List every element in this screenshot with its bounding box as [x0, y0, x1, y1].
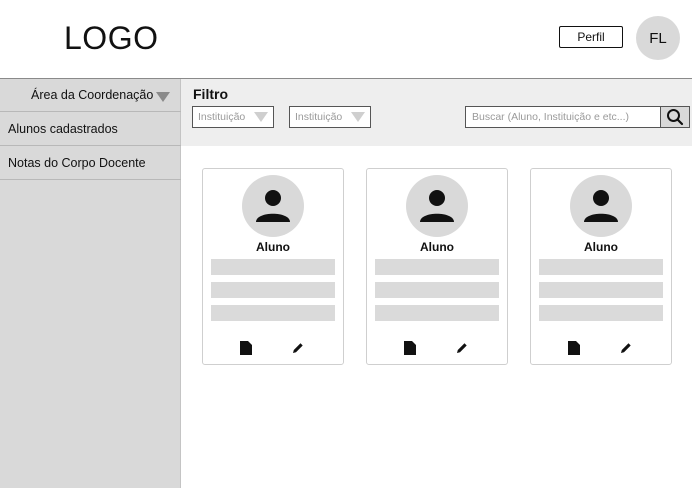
institution-select-2[interactable]: Instituição [289, 106, 371, 128]
filter-bar: Filtro Instituição Instituição Buscar (A… [181, 79, 692, 146]
document-icon [568, 341, 580, 355]
triangle-down-icon [156, 92, 170, 102]
student-card[interactable]: Aluno [530, 168, 672, 365]
student-name: Aluno [420, 240, 454, 254]
view-document-button[interactable] [566, 340, 582, 356]
student-avatar [242, 175, 304, 237]
edit-button[interactable] [290, 340, 306, 356]
pencil-icon [621, 343, 631, 353]
sidebar-item-notas-corpo-docente[interactable]: Notas do Corpo Docente [0, 146, 181, 180]
placeholder-bar [375, 259, 499, 275]
sidebar: Área da Coordenação Alunos cadastrados N… [0, 79, 181, 488]
profile-button[interactable]: Perfil [559, 26, 623, 48]
triangle-down-icon [351, 112, 365, 122]
edit-button[interactable] [618, 340, 634, 356]
institution-select-1[interactable]: Instituição [192, 106, 274, 128]
pencil-icon [457, 343, 467, 353]
document-icon [404, 341, 416, 355]
placeholder-bar [539, 305, 663, 321]
placeholder-bar [375, 282, 499, 298]
view-document-button[interactable] [238, 340, 254, 356]
placeholder-bar [539, 259, 663, 275]
document-icon [240, 341, 252, 355]
user-icon [420, 190, 454, 222]
sidebar-section-label: Área da Coordenação [31, 88, 154, 102]
sidebar-section-toggle[interactable]: Área da Coordenação [0, 79, 181, 112]
student-avatar [570, 175, 632, 237]
placeholder-bar [211, 305, 335, 321]
student-name: Aluno [256, 240, 290, 254]
placeholder-bar [211, 259, 335, 275]
logo: LOGO [64, 20, 159, 56]
placeholder-bar [539, 282, 663, 298]
view-document-button[interactable] [402, 340, 418, 356]
select-value: Instituição [198, 111, 246, 123]
student-name: Aluno [584, 240, 618, 254]
avatar[interactable]: FL [636, 16, 680, 60]
edit-button[interactable] [454, 340, 470, 356]
search-icon [667, 109, 684, 126]
sidebar-item-alunos-cadastrados[interactable]: Alunos cadastrados [0, 112, 181, 146]
placeholder-bar [375, 305, 499, 321]
user-icon [584, 190, 618, 222]
student-avatar [406, 175, 468, 237]
triangle-down-icon [254, 112, 268, 122]
filter-title: Filtro [193, 86, 228, 102]
pencil-icon [293, 343, 303, 353]
search-button[interactable] [660, 106, 690, 128]
user-icon [256, 190, 290, 222]
select-value: Instituição [295, 111, 343, 123]
student-card[interactable]: Aluno [202, 168, 344, 365]
search-input[interactable]: Buscar (Aluno, Instituição e etc...) [465, 106, 661, 128]
placeholder-bar [211, 282, 335, 298]
student-card[interactable]: Aluno [366, 168, 508, 365]
